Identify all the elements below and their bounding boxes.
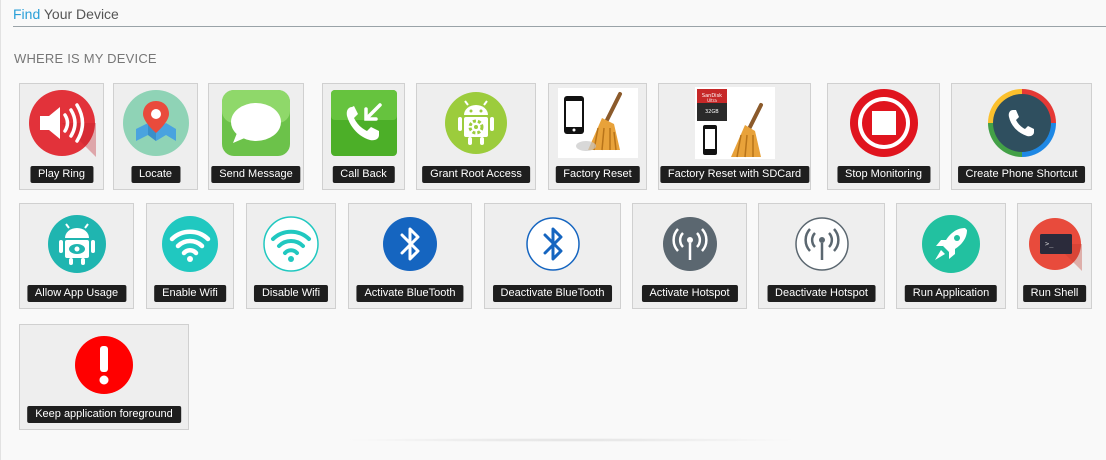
send-message-button[interactable]: Send Message: [208, 83, 304, 190]
sdcard-model-text: Ultra: [707, 98, 717, 103]
activate-bluetooth-label: Activate BlueTooth: [356, 285, 464, 302]
wifi-icon: [162, 216, 218, 272]
grant-root-access-button[interactable]: Grant Root Access: [416, 83, 536, 190]
keep-application-foreground-button[interactable]: Keep application foreground: [19, 324, 189, 430]
page: Find Your Device WHERE IS MY DEVICE Play…: [0, 0, 1106, 460]
run-application-button[interactable]: Run Application: [896, 203, 1006, 309]
deactivate-bluetooth-label: Deactivate BlueTooth: [492, 285, 613, 302]
alert-icon: [75, 336, 133, 394]
play-ring-label: Play Ring: [29, 166, 94, 183]
terminal-icon: >_: [1028, 218, 1082, 271]
wifi-outline-icon: [263, 216, 319, 272]
allow-app-usage-label: Allow App Usage: [26, 285, 127, 302]
deactivate-hotspot-button[interactable]: Deactivate Hotspot: [758, 203, 885, 309]
deactivate-bluetooth-button[interactable]: Deactivate BlueTooth: [484, 203, 621, 309]
bluetooth-icon: [383, 217, 437, 271]
run-shell-label: Run Shell: [1022, 285, 1087, 302]
deactivate-hotspot-label: Deactivate Hotspot: [767, 285, 876, 302]
stop-monitoring-button[interactable]: Stop Monitoring: [827, 83, 940, 190]
factory-reset-sdcard-label: Factory Reset with SDCard: [659, 166, 810, 183]
android-eye-icon: [47, 215, 106, 273]
create-phone-shortcut-label: Create Phone Shortcut: [957, 166, 1086, 183]
disable-wifi-button[interactable]: Disable Wifi: [246, 203, 336, 309]
factory-reset-sdcard-button[interactable]: SanDisk Ultra 32GB Factory Reset with SD…: [658, 83, 811, 190]
disable-wifi-label: Disable Wifi: [253, 285, 329, 302]
hotspot-outline-icon: [794, 217, 849, 271]
locate-label: Locate: [130, 166, 181, 183]
locate-button[interactable]: Locate: [113, 83, 198, 190]
terminal-prompt-text: >_: [1045, 240, 1054, 248]
page-header: Find Your Device: [13, 6, 1106, 27]
divider-shadow: [341, 438, 801, 442]
phone-shortcut-icon: [987, 89, 1056, 157]
message-bubble-icon: [222, 90, 290, 156]
activate-hotspot-label: Activate Hotspot: [641, 285, 738, 302]
allow-app-usage-button[interactable]: Allow App Usage: [19, 203, 134, 309]
enable-wifi-button[interactable]: Enable Wifi: [146, 203, 234, 309]
header-title-rest: Your Device: [40, 6, 119, 22]
stop-icon: [849, 89, 918, 157]
play-ring-button[interactable]: Play Ring: [19, 83, 104, 190]
call-back-label: Call Back: [332, 166, 395, 183]
run-shell-button[interactable]: >_ Run Shell: [1017, 203, 1092, 309]
call-back-button[interactable]: Call Back: [322, 83, 405, 190]
call-back-icon: [330, 90, 397, 156]
bluetooth-outline-icon: [525, 217, 580, 271]
header-find: Find: [13, 6, 41, 22]
keep-application-foreground-label: Keep application foreground: [27, 406, 181, 423]
factory-reset-label: Factory Reset: [555, 166, 640, 183]
sdcard-broom-icon: SanDisk Ultra 32GB: [694, 87, 775, 159]
enable-wifi-label: Enable Wifi: [154, 285, 226, 302]
sdcard-size-text: 32GB: [705, 109, 719, 115]
stop-monitoring-label: Stop Monitoring: [836, 166, 931, 183]
activate-hotspot-button[interactable]: Activate Hotspot: [632, 203, 747, 309]
android-gear-icon: [445, 92, 507, 154]
create-phone-shortcut-button[interactable]: Create Phone Shortcut: [951, 83, 1092, 190]
section-title: WHERE IS MY DEVICE: [14, 51, 157, 66]
grant-root-access-label: Grant Root Access: [422, 166, 530, 183]
map-pin-icon: [122, 90, 189, 156]
run-application-label: Run Application: [904, 285, 998, 302]
phone-broom-icon: [557, 88, 638, 158]
hotspot-icon: [662, 217, 717, 271]
rocket-icon: [922, 215, 980, 273]
send-message-label: Send Message: [211, 166, 301, 183]
speaker-icon: [28, 90, 96, 157]
factory-reset-button[interactable]: Factory Reset: [548, 83, 647, 190]
activate-bluetooth-button[interactable]: Activate BlueTooth: [348, 203, 472, 309]
